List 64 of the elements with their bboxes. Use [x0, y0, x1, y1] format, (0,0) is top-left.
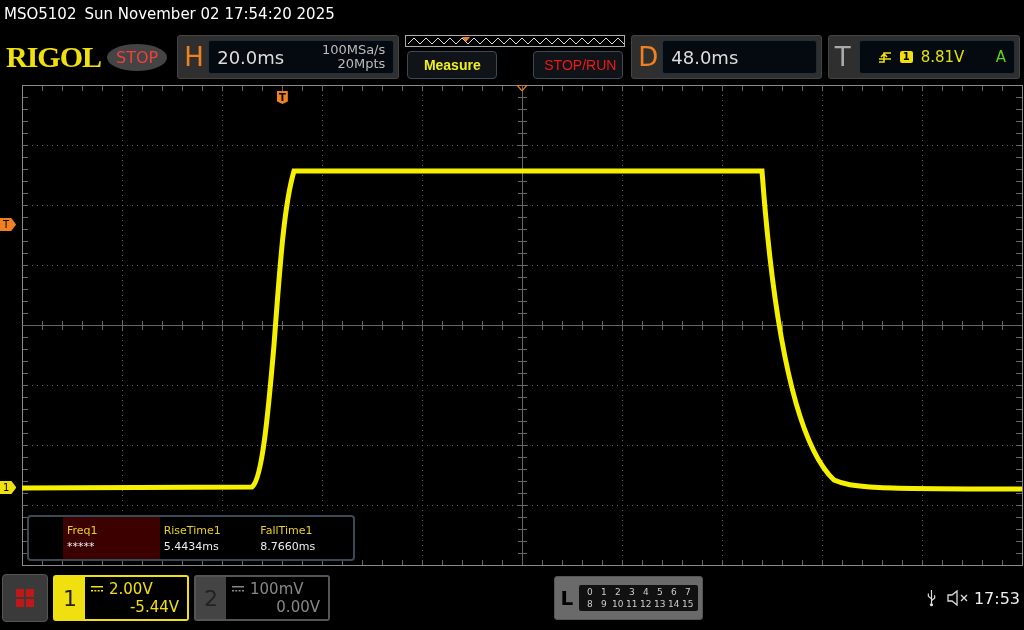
- trigger-position-marker[interactable]: T: [277, 91, 288, 104]
- speaker-muted-icon: [946, 590, 969, 606]
- trigger-level-marker[interactable]: T: [0, 218, 17, 231]
- measure-button[interactable]: Measure: [407, 51, 498, 79]
- trigger-level: 8.81V: [920, 48, 965, 66]
- logic-label: L: [560, 586, 574, 610]
- logic-channel-number: 7: [683, 587, 692, 597]
- horizontal-label: H: [184, 42, 205, 72]
- trigger-panel[interactable]: T 1 8.81V A: [827, 35, 1020, 79]
- measurement-name: FallTime1: [260, 523, 314, 537]
- logic-channel-number: 2: [613, 587, 622, 597]
- logic-channel-number: 6: [669, 587, 678, 597]
- measurement-name: Freq1: [67, 523, 99, 537]
- vertical-scale: 2.00V: [109, 580, 153, 598]
- menu-icon: [15, 588, 35, 608]
- brand-logo: RIGOL: [6, 40, 102, 74]
- logic-channel-number: 1: [599, 587, 608, 597]
- logic-channel-number: 11: [625, 599, 639, 609]
- trigger-source-badge: 1: [899, 51, 913, 63]
- trigger-mode: A: [995, 48, 1006, 66]
- measurement-name: RiseTime1: [163, 523, 222, 537]
- channel-number: 1: [62, 584, 78, 613]
- logic-channel-number: 5: [655, 587, 664, 597]
- trigger-label: T: [834, 42, 852, 72]
- channel-offset-marker[interactable]: 1: [0, 481, 17, 494]
- rising-edge-icon: [877, 50, 892, 64]
- measurement-item[interactable]: Freq1 *****: [63, 517, 160, 559]
- clock-time: 17:53: [973, 588, 1020, 608]
- delay-label: D: [638, 42, 660, 72]
- usb-icon: [926, 589, 936, 607]
- model-name: MSO5102: [4, 5, 77, 23]
- measurement-value: *****: [67, 539, 96, 553]
- vertical-offset: -5.44V: [128, 598, 179, 616]
- date-time: Sun November 02 17:54:20 2025: [84, 5, 335, 23]
- sample-rate: 100MSa/s: [321, 43, 386, 57]
- timebase-value: 20.0ms: [217, 46, 285, 68]
- channel-panel[interactable]: 1 2.00V -5.44V: [53, 575, 189, 621]
- menu-button[interactable]: [2, 574, 48, 622]
- logic-channel-number: 8: [585, 599, 594, 609]
- vertical-offset: 0.00V: [275, 598, 320, 616]
- measurement-value: 8.7660ms: [260, 539, 317, 553]
- logic-channel-number: 14: [667, 599, 681, 609]
- logic-channel-number: 3: [627, 587, 636, 597]
- logic-channel-number: 4: [641, 587, 650, 597]
- logic-channel-number: 9: [599, 599, 608, 609]
- run-state-indicator: STOP: [107, 43, 168, 71]
- logic-channel-number: 13: [653, 599, 667, 609]
- logic-channel-number: 15: [681, 599, 695, 609]
- measurement-item[interactable]: RiseTime1 5.4434ms: [159, 517, 257, 559]
- delay-panel[interactable]: D 48.0ms: [631, 35, 822, 79]
- measurement-item[interactable]: FallTime1 8.7660ms: [256, 517, 353, 559]
- stop-run-button[interactable]: STOP/RUN: [533, 51, 624, 79]
- horizontal-panel[interactable]: H 20.0ms 100MSa/s 20Mpts: [177, 35, 400, 79]
- memory-depth: 20Mpts: [337, 57, 386, 71]
- logic-panel[interactable]: L 0 1 2 3 4 5 6 7 8 9 10 11 12 13 14 15: [553, 576, 704, 620]
- dc-coupling-icon: [232, 586, 244, 592]
- vertical-scale: 100mV: [250, 580, 304, 598]
- delay-value: 48.0ms: [671, 46, 739, 68]
- logic-channel-number: 10: [611, 599, 625, 609]
- center-marker-icon: [517, 85, 527, 91]
- measurement-value: 5.4434ms: [163, 539, 220, 553]
- logic-channel-number: 12: [639, 599, 653, 609]
- logic-channel-number: 0: [585, 587, 594, 597]
- dc-coupling-icon: [91, 586, 103, 592]
